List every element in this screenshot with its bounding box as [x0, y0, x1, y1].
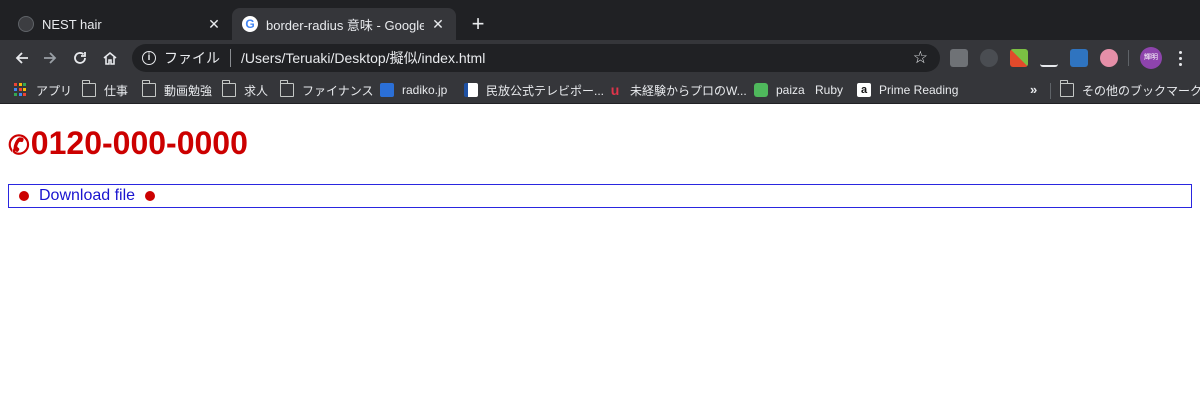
bookmark-label: 仕事: [104, 83, 129, 98]
tab-strip: NEST hair ✕ border-radius 意味 - Google 検索…: [0, 0, 1200, 40]
bookmark-ruby[interactable]: Ruby: [815, 80, 843, 100]
file-scheme-label: ファイル: [164, 50, 220, 66]
tab-nest-hair[interactable]: NEST hair ✕: [8, 8, 232, 40]
home-icon: [103, 51, 117, 65]
back-arrow-icon: [15, 52, 28, 64]
extension-chat-icon[interactable]: [950, 49, 968, 67]
bookmark-label: 求人: [244, 83, 269, 98]
apps-grid-icon: [14, 83, 28, 97]
profile-avatar[interactable]: 輝明: [1140, 47, 1162, 69]
bookmark-folder-finance[interactable]: ファイナンス: [279, 80, 374, 100]
close-tab-icon[interactable]: ✕: [206, 16, 222, 32]
new-tab-button[interactable]: +: [464, 12, 492, 36]
tab-google-search[interactable]: border-radius 意味 - Google 検索 ✕: [232, 8, 456, 40]
paiza-icon: [754, 83, 768, 97]
bookmark-label: 民放公式テレビポー...: [486, 83, 605, 98]
folder-icon: [221, 80, 236, 97]
bookmark-label: 未経験からプロのW...: [630, 83, 747, 98]
bookmark-folder-jobs[interactable]: 求人: [221, 80, 269, 100]
u-icon: u: [610, 82, 620, 98]
bookmark-label: ファイナンス: [302, 83, 374, 98]
bookmark-star-icon[interactable]: ☆: [913, 48, 928, 68]
bookmark-tver[interactable]: 民放公式テレビポー...: [464, 80, 604, 100]
folder-icon: [279, 80, 294, 97]
bookmark-other-folder[interactable]: その他のブックマーク: [1059, 80, 1200, 100]
extension-mask-icon[interactable]: [980, 49, 998, 67]
bookmark-label: radiko.jp: [402, 83, 448, 97]
home-button[interactable]: [98, 46, 122, 70]
close-tab-icon[interactable]: ✕: [430, 16, 446, 32]
forward-button[interactable]: [38, 46, 62, 70]
info-icon[interactable]: i: [142, 51, 156, 65]
bookmark-label: Ruby: [815, 83, 844, 97]
bookmark-apps[interactable]: アプリ: [14, 80, 72, 100]
forward-arrow-icon: [44, 52, 57, 64]
bookmarks-bar: アプリ 仕事 動画勉強 求人 ファイナンス radiko.jp 民放公式テレビポ…: [0, 76, 1200, 104]
bookmark-label: paiza: [776, 83, 805, 97]
bookmark-paiza[interactable]: paiza: [754, 80, 805, 100]
extension-x-icon[interactable]: [1010, 49, 1028, 67]
bookmark-radiko[interactable]: radiko.jp: [380, 80, 447, 100]
browser-toolbar: i ファイル /Users/Teruaki/Desktop/擬似/index.h…: [0, 40, 1200, 76]
bookmark-prime-reading[interactable]: a Prime Reading: [857, 80, 958, 100]
bookmark-label: その他のブックマーク: [1082, 83, 1200, 98]
bookmark-pro-web[interactable]: u 未経験からプロのW...: [608, 80, 747, 100]
extension-s-icon[interactable]: [1070, 49, 1088, 67]
tab-title: NEST hair: [42, 16, 102, 32]
telephone-icon: ✆: [8, 130, 30, 160]
bookmarks-overflow-button[interactable]: »: [1030, 82, 1037, 97]
bookmark-label: Prime Reading: [879, 83, 959, 97]
page-viewport: ✆0120-000-0000 Download file: [0, 105, 1200, 414]
back-button[interactable]: [10, 46, 34, 70]
toolbar-divider: [1128, 50, 1129, 66]
folder-icon: [141, 80, 156, 97]
reload-button[interactable]: [68, 46, 92, 70]
phone-number-heading[interactable]: ✆0120-000-0000: [8, 125, 248, 162]
bookmark-label: アプリ: [36, 83, 73, 98]
radiko-icon: [380, 83, 394, 97]
phone-number-text: 0120-000-0000: [30, 125, 248, 161]
folder-icon: [1059, 80, 1074, 97]
tver-icon: [464, 83, 478, 97]
bookmarks-divider: [1050, 83, 1051, 99]
more-menu-icon[interactable]: [1172, 48, 1188, 68]
bookmark-folder-video-study[interactable]: 動画勉強: [141, 80, 213, 100]
extension-pink-icon[interactable]: [1100, 49, 1118, 67]
red-dot-icon: [145, 191, 156, 201]
download-file-link[interactable]: Download file: [39, 187, 135, 205]
amazon-icon: a: [857, 83, 871, 97]
nest-hair-favicon-icon: [18, 16, 34, 32]
url-text[interactable]: /Users/Teruaki/Desktop/擬似/index.html: [241, 48, 485, 68]
download-box: Download file: [8, 184, 1192, 208]
address-bar[interactable]: i ファイル /Users/Teruaki/Desktop/擬似/index.h…: [132, 44, 940, 72]
omnibox-divider: [230, 49, 231, 67]
reload-icon: [74, 52, 86, 64]
tab-title: border-radius 意味 - Google 検索: [266, 17, 424, 33]
bookmark-label: 動画勉強: [164, 83, 213, 98]
folder-icon: [81, 80, 96, 97]
bookmark-folder-work[interactable]: 仕事: [81, 80, 129, 100]
google-favicon-icon: [242, 16, 258, 32]
red-dot-icon: [19, 191, 29, 201]
extension-pen-icon[interactable]: [1040, 49, 1058, 67]
